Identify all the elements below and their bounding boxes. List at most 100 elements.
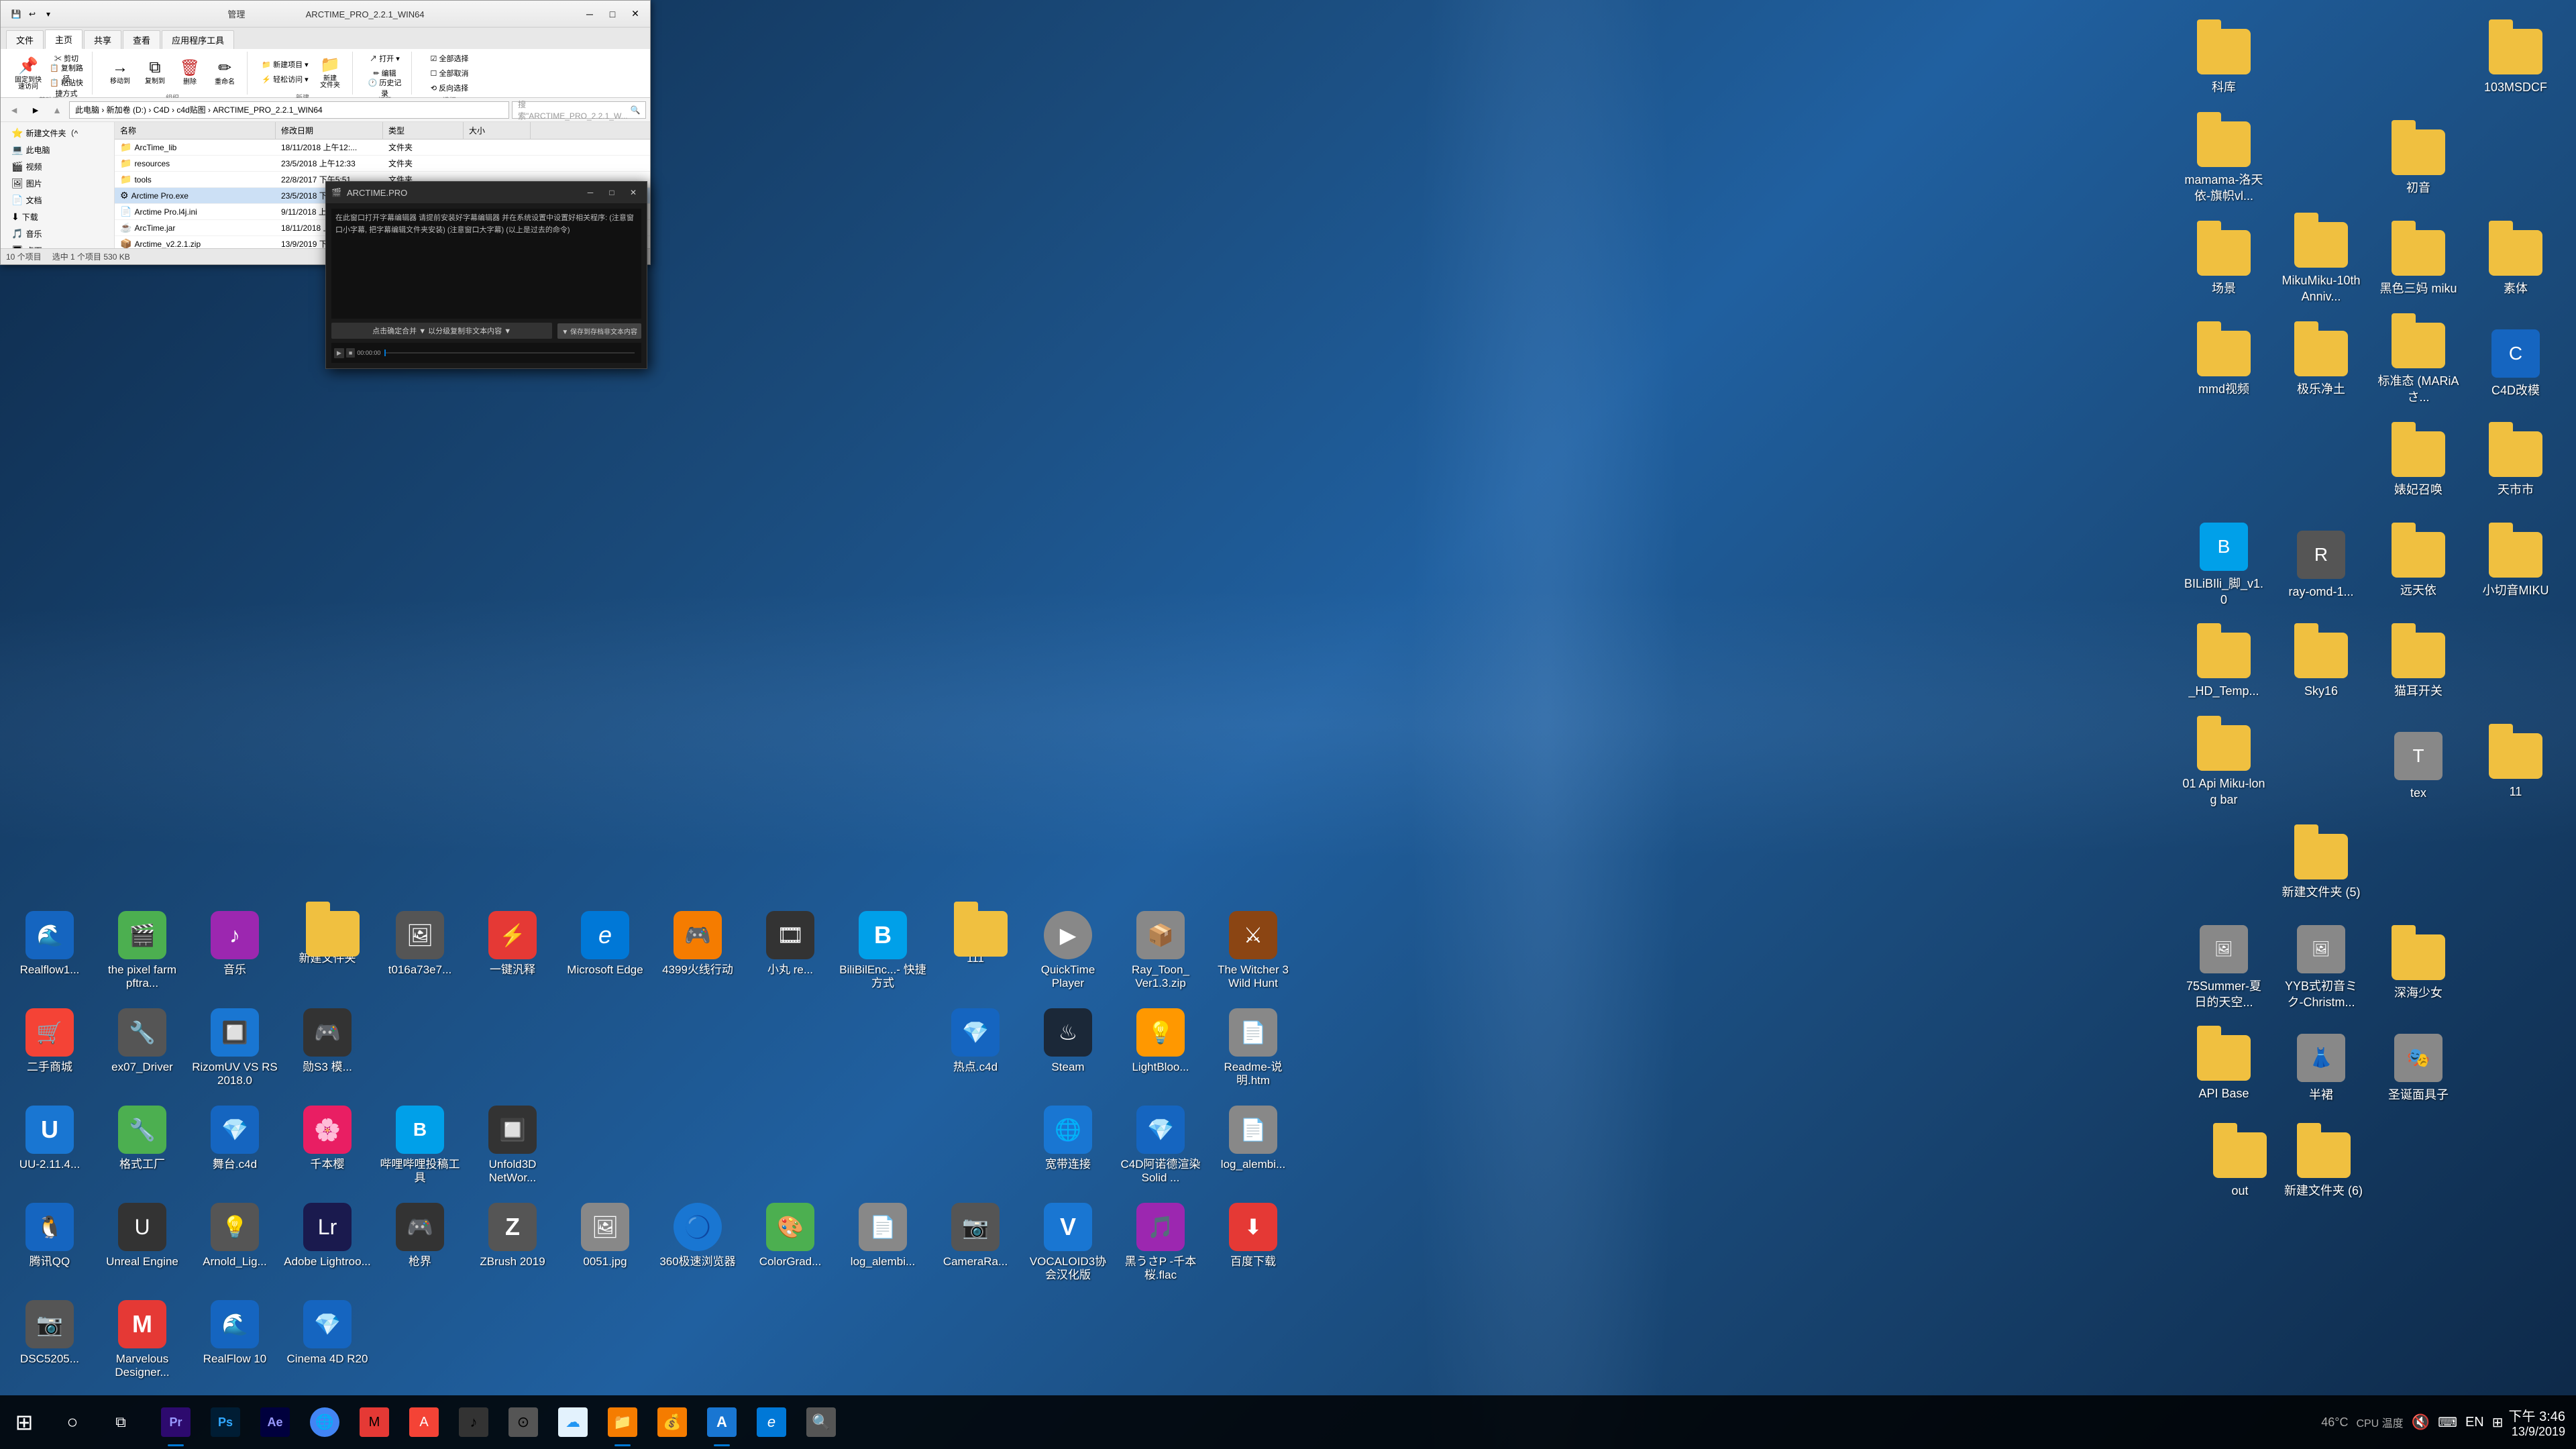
forward-button[interactable]: ► xyxy=(26,101,45,119)
taskbar-maoxun-btn[interactable]: M xyxy=(350,1395,398,1449)
desktop-icon-75summer[interactable]: 🖼 75Summer-夏日的天空... xyxy=(2177,919,2271,1016)
desktop-icon-apibase[interactable]: API Base xyxy=(2177,1020,2271,1117)
sidebar-item-music[interactable]: 🎵 音乐 xyxy=(1,225,114,242)
app-icon-xuns3[interactable]: 🎮 勋S3 模... xyxy=(281,1002,374,1099)
desktop-icon-keiku[interactable]: 科库 xyxy=(2177,13,2271,111)
ribbon-tab-home[interactable]: 主页 xyxy=(45,30,83,49)
app-icon-jianjie[interactable]: ⚡ 一键汎释 xyxy=(466,904,559,1002)
app-icon-unfold3d[interactable]: 🔲 Unfold3D NetWor... xyxy=(466,1099,559,1196)
app-icon-wutai[interactable]: 💎 舞台.c4d xyxy=(189,1099,281,1196)
desktop-icon-ray[interactable]: R ray-omd-1... xyxy=(2274,517,2368,614)
search-button[interactable]: ○ xyxy=(48,1395,97,1449)
sidebar-item-picture[interactable]: 🖼 图片 xyxy=(1,175,114,192)
app-icon-bilibili[interactable]: B BiliBilEnc...- 快捷方式 xyxy=(837,904,929,1002)
app-icon-zbrush[interactable]: Z ZBrush 2019 xyxy=(466,1196,559,1293)
desktop-icon-christmas[interactable]: 🎭 圣诞面具子 xyxy=(2371,1020,2465,1117)
app-icon-bilibili-tool[interactable]: B 哔哩哔哩投稿工具 xyxy=(374,1099,466,1196)
tray-volume[interactable]: 🔇 xyxy=(2412,1413,2430,1431)
ribbon-tab-share[interactable]: 共享 xyxy=(84,30,121,49)
arctime-maximize-btn[interactable]: □ xyxy=(604,186,620,199)
app-icon-unreal[interactable]: U Unreal Engine xyxy=(96,1196,189,1293)
app-icon-xiaowan[interactable]: 🎞 小丸 re... xyxy=(744,904,837,1002)
app-icon-edge[interactable]: e Microsoft Edge xyxy=(559,904,651,1002)
ribbon-tab-view[interactable]: 查看 xyxy=(123,30,160,49)
taskbar-unknown-btn[interactable]: 💰 xyxy=(648,1395,696,1449)
app-icon-broadband[interactable]: 🌐 宽带连接 xyxy=(1022,1099,1114,1196)
desktop-icon-xiaomiku[interactable]: 小切音MIKU xyxy=(2469,517,2563,614)
app-icon-c4d[interactable]: 💎 热点.c4d xyxy=(929,1002,1022,1099)
col-size[interactable]: 大小 xyxy=(464,122,531,139)
app-icon-uu[interactable]: U UU-2.11.4... xyxy=(3,1099,96,1196)
maximize-button[interactable]: □ xyxy=(603,6,622,22)
minimize-button[interactable]: ─ xyxy=(580,6,599,22)
app-icon-ex07[interactable]: 🔧 ex07_Driver xyxy=(96,1002,189,1099)
app-icon-quicktime[interactable]: ▶ QuickTime Player xyxy=(1022,904,1114,1002)
timeline-bar[interactable] xyxy=(384,352,635,354)
sidebar-item-video[interactable]: 🎬 视频 xyxy=(1,158,114,175)
taskbar-search2-btn[interactable]: 🔍 xyxy=(797,1395,845,1449)
app-icon-realflow[interactable]: 🌊 Realflow1... xyxy=(3,904,96,1002)
app-icon-arnold[interactable]: 💡 Arnold_Lig... xyxy=(189,1196,281,1293)
invert-select-btn[interactable]: ⟲ 反向选择 xyxy=(423,81,476,95)
desktop-icon-hdtemp[interactable]: _HD_Temp... xyxy=(2177,617,2271,714)
desktop-icon-apimiku[interactable]: 01 Api Miku-long bar xyxy=(2177,718,2271,815)
app-icon-witcher[interactable]: ⚔ The Witcher 3 Wild Hunt xyxy=(1207,904,1299,1002)
taskbar-arctime-btn[interactable]: A xyxy=(698,1395,746,1449)
app-icon-steam[interactable]: ♨ Steam xyxy=(1022,1002,1114,1099)
taskbar-photoshop-btn[interactable]: Ps xyxy=(201,1395,250,1449)
desktop-icon-newdir6[interactable]: 新建文件夹 (6) xyxy=(2279,1127,2368,1204)
taskbar-cloud-btn[interactable]: ☁ xyxy=(549,1395,597,1449)
app-icon-0051[interactable]: 🖼 0051.jpg xyxy=(559,1196,651,1293)
sidebar-item-thispc[interactable]: 💻 此电脑 xyxy=(1,142,114,158)
tray-keyboard[interactable]: ⌨ xyxy=(2438,1414,2457,1431)
desktop-icon-shenhainvhai[interactable]: 深海少女 xyxy=(2371,919,2465,1016)
app-icon-rizom[interactable]: 🔲 RizomUV VS RS 2018.0 xyxy=(189,1002,281,1099)
app-icon-t016[interactable]: 🖼 t016a73e7... xyxy=(374,904,466,1002)
desktop-icon-tex[interactable]: T tex xyxy=(2371,718,2465,815)
app-icon-qq[interactable]: 🐧 腾讯QQ xyxy=(3,1196,96,1293)
app-icon-111[interactable]: 111 xyxy=(929,904,1022,1002)
desktop-icon-banqun[interactable]: 👗 半裙 xyxy=(2274,1020,2368,1117)
taskbar-folder-btn[interactable]: 📁 xyxy=(598,1395,647,1449)
tray-notifications[interactable]: ⊞ xyxy=(2492,1414,2504,1431)
timeline-stop-btn[interactable]: ■ xyxy=(346,348,355,358)
start-button[interactable]: ⊞ xyxy=(0,1395,48,1449)
desktop-icon-bilibili-jiao[interactable]: B BILiBIli_脚_v1.0 xyxy=(2177,517,2271,614)
desktop-icon-blackmiku[interactable]: 黑色三妈 miku xyxy=(2371,215,2465,312)
delete-btn[interactable]: 🗑 删除 xyxy=(173,52,207,92)
app-icon-qianben[interactable]: 🌸 千本樱 xyxy=(281,1099,374,1196)
app-icon-ershou[interactable]: 🛒 二手商城 xyxy=(3,1002,96,1099)
app-icon-baidu[interactable]: ⬇ 百度下载 xyxy=(1207,1196,1299,1293)
easy-access-btn[interactable]: ⚡ 轻松访问 ▾ xyxy=(258,72,312,86)
qat-undo-btn[interactable]: ↩ xyxy=(25,7,40,21)
desktop-icon-biaozhun[interactable]: 标准态 (MARiA さ... xyxy=(2371,315,2465,413)
app-icon-4399[interactable]: 🎮 4399火线行动 xyxy=(651,904,744,1002)
open-btn[interactable]: ↗ 打开 ▾ xyxy=(365,52,405,65)
desktop-icon-yuantianyi[interactable]: 远天依 xyxy=(2371,517,2465,614)
app-icon-log[interactable]: 📄 log_alembi... xyxy=(1207,1099,1299,1196)
arctime-confirm-btn[interactable]: ▼ 保存到存档非文本内容 xyxy=(557,323,641,339)
taskbar-premiere-btn[interactable]: Pr xyxy=(152,1395,200,1449)
task-view-button[interactable]: ⧉ xyxy=(97,1395,145,1449)
up-button[interactable]: ▲ xyxy=(48,101,66,119)
desktop-icon-suti[interactable]: 素体 xyxy=(2469,215,2563,312)
ribbon-tab-file[interactable]: 文件 xyxy=(6,30,44,49)
search-box[interactable]: 搜索"ARCTIME_PRO_2.2.1_W... 🔍 xyxy=(512,101,646,119)
app-icon-dsc5205[interactable]: 📷 DSC5205... xyxy=(3,1293,96,1391)
desktop-icon-103msdcf[interactable]: 103MSDCF xyxy=(2469,13,2563,111)
desktop-icon-yyb[interactable]: 🖼 YYB式初音ミク-Christm... xyxy=(2274,919,2368,1016)
taskbar-ae-btn[interactable]: Ae xyxy=(251,1395,299,1449)
address-path[interactable]: 此电脑 › 新加卷 (D:) › C4D › c4d贴图 › ARCTIME_P… xyxy=(69,101,509,119)
copyto-btn[interactable]: ⧉ 复制到 xyxy=(138,52,172,92)
app-icon-colorgrad[interactable]: 🎨 ColorGrad... xyxy=(744,1196,837,1293)
app-icon-music[interactable]: ♪ 音乐 xyxy=(189,904,281,1002)
desktop-icon-chuchuyin[interactable]: 初音 xyxy=(2371,114,2465,211)
app-icon-c4d-arnold[interactable]: 💎 C4D阿诺德渲染Solid ... xyxy=(1114,1099,1207,1196)
deselect-all-btn[interactable]: ☐ 全部取消 xyxy=(423,66,476,80)
arctime-save-btn[interactable]: 点击确定合并 ▼ 以分级复制非文本内容 ▼ xyxy=(331,323,552,339)
col-name[interactable]: 名称 xyxy=(115,122,276,139)
app-icon-pixelfarm[interactable]: 🎬 the pixel farm pftra... xyxy=(96,904,189,1002)
new-folder-btn[interactable]: 📁 新建文件夹 xyxy=(313,52,347,92)
paste-shortcut-btn[interactable]: 📋 粘贴快捷方式 xyxy=(46,81,87,95)
select-all-btn[interactable]: ☑ 全部选择 xyxy=(423,52,476,65)
